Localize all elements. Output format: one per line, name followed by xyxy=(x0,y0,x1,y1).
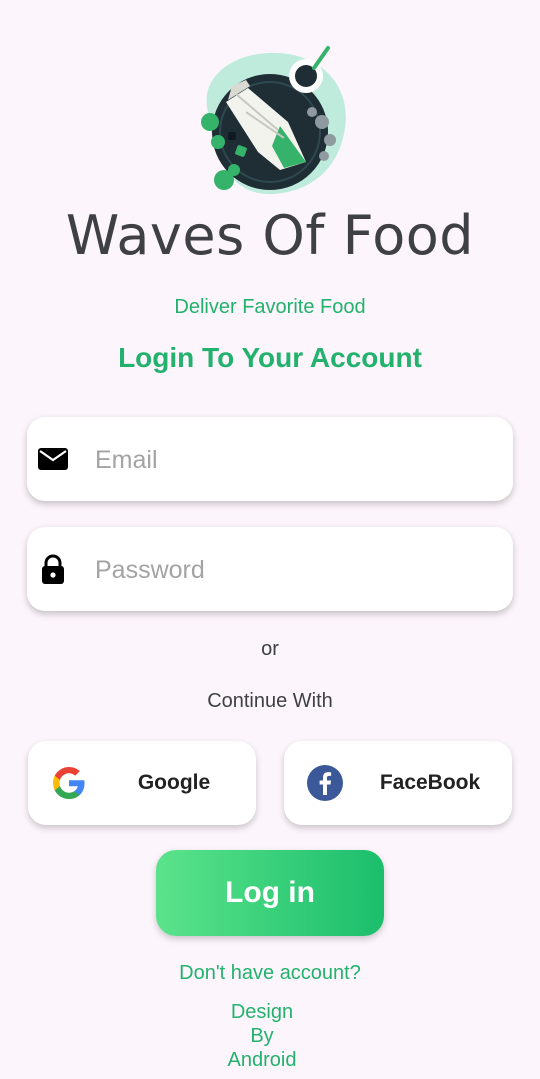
google-login-button[interactable]: Google xyxy=(28,741,256,825)
design-credit: Design By Android xyxy=(222,1000,302,1072)
mail-icon xyxy=(38,448,68,470)
google-label: Google xyxy=(137,771,211,794)
password-field[interactable] xyxy=(27,527,513,611)
password-input[interactable] xyxy=(93,547,497,593)
google-icon xyxy=(53,767,85,799)
email-field[interactable] xyxy=(27,417,513,501)
credit-line-1: Design By xyxy=(230,1001,294,1047)
facebook-login-button[interactable]: FaceBook xyxy=(284,741,512,825)
tagline: Deliver Favorite Food xyxy=(174,296,366,318)
app-title: Waves Of Food xyxy=(65,204,475,267)
facebook-icon xyxy=(307,765,343,801)
login-button[interactable]: Log in xyxy=(156,850,384,936)
or-divider: or xyxy=(261,638,279,660)
facebook-label: FaceBook xyxy=(379,771,481,794)
food-logo-illustration xyxy=(201,46,346,195)
continue-with-label: Continue With xyxy=(207,690,333,712)
login-heading: Login To Your Account xyxy=(118,342,422,373)
signup-link[interactable]: Don't have account? xyxy=(0,962,540,985)
lock-icon xyxy=(42,554,64,584)
credit-line-2: Android xyxy=(227,1049,297,1071)
email-input[interactable] xyxy=(93,437,497,483)
